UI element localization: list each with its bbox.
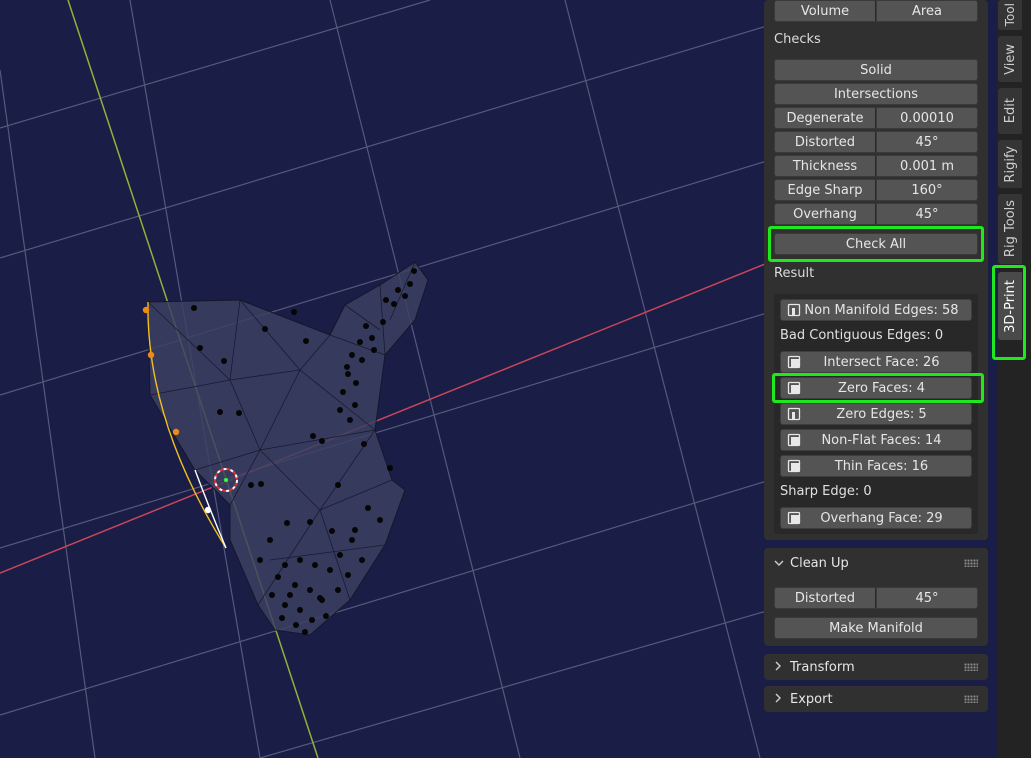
- select-faces-icon: [786, 510, 802, 526]
- degenerate-row: Degenerate 0.00010: [774, 107, 978, 129]
- cleanup-distorted-value-field[interactable]: 45°: [876, 587, 978, 609]
- cleanup-panel: Clean Up Distorted 45° Make Manifold: [764, 548, 988, 646]
- zero-edges-label: Zero Edges: 5: [836, 406, 927, 422]
- thickness-button[interactable]: Thickness: [774, 155, 876, 177]
- bad-contiguous-edges-label: Bad Contiguous Edges: 0: [780, 328, 944, 343]
- distorted-value-field[interactable]: 45°: [876, 131, 978, 153]
- select-faces-icon: [786, 432, 802, 448]
- select-faces-icon: [786, 354, 802, 370]
- volume-area-row: Volume Area: [774, 0, 978, 22]
- drag-handle-icon[interactable]: [964, 559, 978, 567]
- degenerate-button[interactable]: Degenerate: [774, 107, 876, 129]
- tab-view[interactable]: View: [998, 36, 1022, 82]
- transform-header[interactable]: Transform: [764, 652, 988, 682]
- chevron-right-icon: [774, 692, 788, 706]
- degenerate-value-field[interactable]: 0.00010: [876, 107, 978, 129]
- overhang-row: Overhang 45°: [774, 203, 978, 225]
- drag-handle-icon[interactable]: [964, 663, 978, 671]
- intersections-button[interactable]: Intersections: [774, 83, 978, 105]
- zero-faces-button[interactable]: Zero Faces: 4: [780, 377, 972, 399]
- drag-handle-icon[interactable]: [964, 695, 978, 703]
- non-manifold-edges-button[interactable]: Non Manifold Edges: 58: [780, 299, 972, 321]
- transform-panel: Transform: [764, 654, 988, 680]
- result-list: Non Manifold Edges: 58 Bad Contiguous Ed…: [774, 294, 978, 534]
- overhang-value-field[interactable]: 45°: [876, 203, 978, 225]
- sharp-edge-label: Sharp Edge: 0: [780, 484, 872, 499]
- area-button[interactable]: Area: [876, 0, 978, 22]
- chevron-right-icon: [774, 660, 788, 674]
- thin-faces-label: Thin Faces: 16: [834, 458, 929, 474]
- sidebar-tabs: Tool View Edit Rigify Rig Tools 3D-Print: [997, 0, 1031, 758]
- make-manifold-button[interactable]: Make Manifold: [774, 617, 978, 639]
- chevron-down-icon: [774, 556, 788, 570]
- zero-faces-label: Zero Faces: 4: [837, 380, 925, 396]
- tab-rig-tools[interactable]: Rig Tools: [998, 194, 1022, 264]
- checks-heading: Checks: [774, 32, 821, 47]
- volume-button[interactable]: Volume: [774, 0, 876, 22]
- non-flat-faces-label: Non-Flat Faces: 14: [821, 432, 942, 448]
- edge-sharp-value-field[interactable]: 160°: [876, 179, 978, 201]
- select-edges-icon: [786, 302, 802, 318]
- tab-edit[interactable]: Edit: [998, 88, 1022, 134]
- cleanup-distorted-button[interactable]: Distorted: [774, 587, 876, 609]
- solid-button[interactable]: Solid: [774, 59, 978, 81]
- cleanup-distorted-row: Distorted 45°: [774, 587, 978, 609]
- export-title: Export: [790, 691, 833, 707]
- select-faces-icon: [786, 458, 802, 474]
- overhang-face-button[interactable]: Overhang Face: 29: [780, 507, 972, 529]
- sidebar-3d-print: Volume Area Checks Solid Intersections D…: [764, 0, 988, 758]
- analyze-panel: Volume Area Checks Solid Intersections D…: [764, 0, 988, 540]
- thin-faces-button[interactable]: Thin Faces: 16: [780, 455, 972, 477]
- edge-sharp-row: Edge Sharp 160°: [774, 179, 978, 201]
- zero-edges-button[interactable]: Zero Edges: 5: [780, 403, 972, 425]
- distorted-row: Distorted 45°: [774, 131, 978, 153]
- intersect-face-button[interactable]: Intersect Face: 26: [780, 351, 972, 373]
- thickness-value-field[interactable]: 0.001 m: [876, 155, 978, 177]
- non-flat-faces-button[interactable]: Non-Flat Faces: 14: [780, 429, 972, 451]
- edge-sharp-button[interactable]: Edge Sharp: [774, 179, 876, 201]
- distorted-button[interactable]: Distorted: [774, 131, 876, 153]
- non-manifold-edges-label: Non Manifold Edges: 58: [804, 302, 959, 318]
- result-heading: Result: [774, 266, 815, 281]
- thickness-row: Thickness 0.001 m: [774, 155, 978, 177]
- tab-3d-print[interactable]: 3D-Print: [998, 272, 1022, 340]
- tab-rigify[interactable]: Rigify: [998, 140, 1022, 188]
- overhang-button[interactable]: Overhang: [774, 203, 876, 225]
- intersect-face-label: Intersect Face: 26: [823, 354, 940, 370]
- export-header[interactable]: Export: [764, 684, 988, 714]
- select-edges-icon: [786, 406, 802, 422]
- select-faces-icon: [786, 380, 802, 396]
- cleanup-title: Clean Up: [790, 555, 849, 571]
- cleanup-header[interactable]: Clean Up: [764, 548, 988, 578]
- check-all-button[interactable]: Check All: [774, 233, 978, 255]
- transform-title: Transform: [790, 659, 855, 675]
- overhang-face-label: Overhang Face: 29: [820, 510, 943, 526]
- export-panel: Export: [764, 686, 988, 712]
- tab-tool[interactable]: Tool: [998, 0, 1022, 30]
